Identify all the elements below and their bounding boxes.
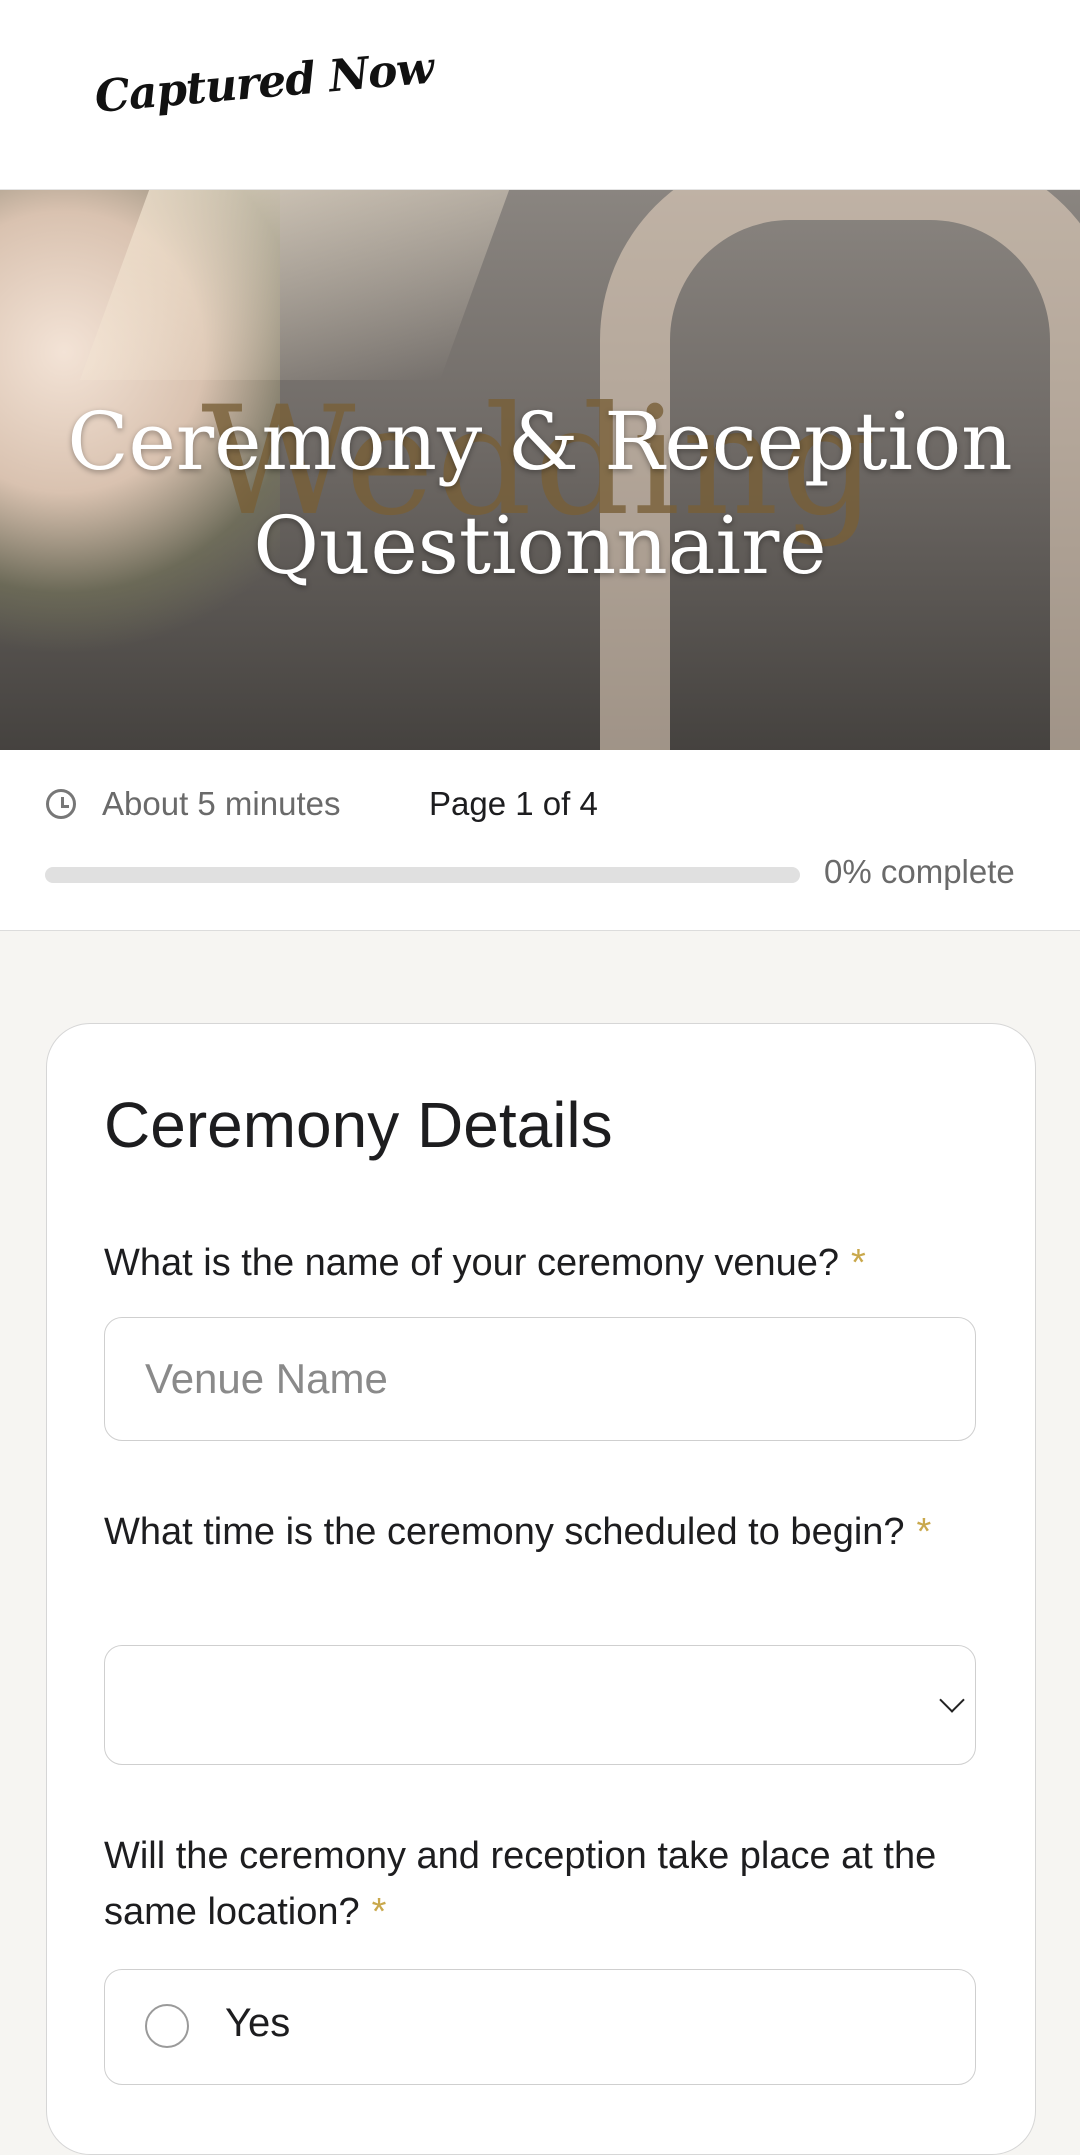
radio-option-label: Yes [225,2001,291,2045]
progress-bar [45,867,800,883]
question-label: What time is the ceremony scheduled to b… [104,1511,905,1553]
page-title: Ceremony & Reception Questionnaire [67,395,1013,592]
brand-logo[interactable]: Captured Now [93,43,435,123]
site-header: Captured Now [0,0,1080,190]
time-estimate: About 5 minutes [102,785,341,822]
question-venue-name: What is the name of your ceremony venue?… [104,1235,984,1291]
question-label: Will the ceremony and reception take pla… [104,1835,937,1933]
hero-drape-decoration [79,190,521,380]
venue-name-field [104,1317,976,1441]
hero-banner: Wedding Ceremony & Reception Questionnai… [0,190,1080,750]
radio-option-yes[interactable]: Yes [104,1969,976,2085]
chevron-down-icon [939,1687,965,1713]
question-ceremony-time: What time is the ceremony scheduled to b… [104,1504,984,1560]
clock-icon [46,789,76,819]
venue-name-input[interactable] [105,1318,975,1440]
page-indicator: Page 1 of 4 [429,785,598,822]
progress-section: About 5 minutes Page 1 of 4 0% complete [0,750,1080,931]
required-marker: * [916,1511,932,1553]
required-marker: * [371,1891,387,1933]
question-same-location: Will the ceremony and reception take pla… [104,1828,984,1940]
ceremony-time-select[interactable] [104,1645,976,1765]
required-marker: * [851,1242,866,1284]
question-label: What is the name of your ceremony venue? [104,1242,840,1284]
percent-complete: 0% complete [824,853,1015,890]
radio-unchecked-icon[interactable] [145,2004,189,2048]
form-card: Ceremony Details What is the name of you… [46,1023,1036,2155]
section-title: Ceremony Details [104,1089,613,1161]
